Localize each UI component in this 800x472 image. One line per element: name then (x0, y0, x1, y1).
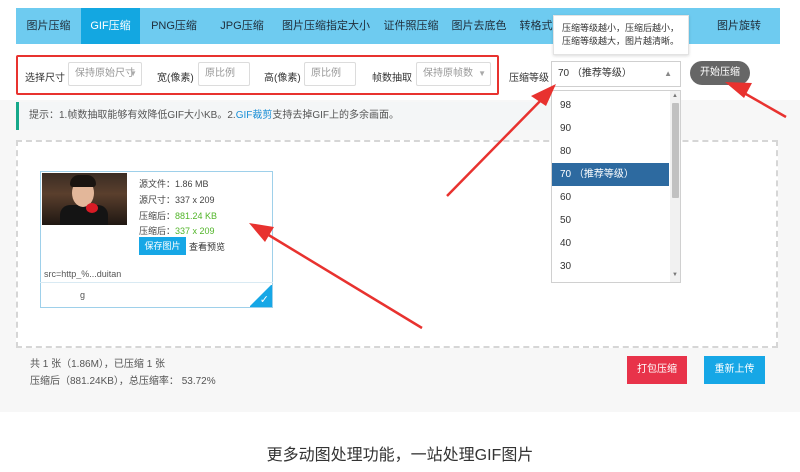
new-size-label: 压缩后： (139, 211, 176, 221)
scroll-up-icon[interactable]: ▲ (672, 93, 678, 99)
reupload-button[interactable]: 重新上传 (704, 356, 765, 384)
level-label: 压缩等级 (509, 73, 549, 84)
level-option[interactable]: 50 (552, 209, 669, 232)
pack-compress-button[interactable]: 打包压缩 (627, 356, 687, 384)
level-option[interactable]: 60 (552, 186, 669, 209)
preview-link[interactable]: 查看预览 (189, 240, 225, 253)
start-compress-button[interactable]: 开始压缩 (690, 61, 750, 85)
tooltip-line: 压缩等级越小，压缩后越小， (562, 23, 680, 33)
scroll-down-icon[interactable]: ▼ (672, 272, 678, 278)
level-option-selected[interactable]: 70 （推荐等级） (552, 163, 669, 186)
card-divider (40, 282, 273, 283)
new-size-value: 881.24 KB (175, 211, 218, 221)
level-select[interactable]: 70 （推荐等级） ▲ (551, 61, 681, 87)
checkmark-icon: ✓ (249, 285, 272, 307)
tooltip-line: 压缩等级越大，图片越清晰。 (562, 36, 680, 46)
new-dim-value: 337 x 209 (175, 226, 215, 236)
level-dropdown: 98 90 80 70 （推荐等级） 60 50 40 30 ▲ ▼ (551, 90, 681, 283)
orig-dim: 源尺寸：337 x 209 (139, 195, 215, 205)
chevron-up-icon: ▲ (664, 69, 672, 78)
tab-png-compress[interactable]: PNG压缩 (140, 8, 208, 44)
new-dim-label: 压缩后： (139, 226, 176, 236)
tab-image-compress[interactable]: 图片压缩 (16, 8, 81, 44)
tab-convert-format[interactable]: 转格式 (516, 8, 556, 44)
tip-bar: 提示：1.帧数抽取能够有效降低GIF大小KB。2.GIF裁剪支持去掉GIF上的多… (16, 102, 551, 130)
level-select-value: 70 （推荐等级） (558, 68, 632, 79)
tab-jpg-compress[interactable]: JPG压缩 (208, 8, 276, 44)
file-name: src=http_%...duitan (44, 269, 122, 279)
tab-compress-to-size[interactable]: 图片压缩指定大小 (276, 8, 376, 44)
orig-size: 源文件：1.86 MB (139, 179, 209, 189)
scrollbar-thumb[interactable] (672, 103, 679, 198)
summary-count: 共 1 张（1.86M），已压缩 1 张 (30, 359, 166, 370)
file-name-tail: g (80, 290, 86, 300)
tab-id-photo-compress[interactable]: 证件照压缩 (376, 8, 446, 44)
new-size: 压缩后：881.24 KB (139, 209, 217, 222)
tab-remove-background[interactable]: 图片去底色 (446, 8, 512, 44)
level-option[interactable]: 80 (552, 140, 669, 163)
new-dim: 压缩后：337 x 209 (139, 224, 215, 237)
footer-title: 更多动图处理功能，一站处理GIF图片 (266, 447, 534, 464)
level-option[interactable]: 40 (552, 232, 669, 255)
gif-thumbnail (42, 173, 127, 225)
tab-gif-compress[interactable]: GIF压缩 (81, 8, 140, 44)
level-option[interactable]: 90 (552, 117, 669, 140)
dropdown-scrollbar[interactable]: ▲ ▼ (670, 91, 680, 282)
save-image-button[interactable]: 保存图片 (139, 237, 186, 255)
tip-text-suffix: 支持去掉GIF上的多余画面。 (272, 110, 400, 121)
level-option[interactable]: 98 (552, 94, 669, 117)
gif-crop-link[interactable]: GIF裁剪 (236, 110, 273, 121)
tab-image-rotate[interactable]: 图片旋转 (706, 8, 772, 44)
tip-text: 提示：1.帧数抽取能够有效降低GIF大小KB。2. (29, 110, 236, 121)
summary-ratio: 压缩后（881.24KB），总压缩率： 53.72% (30, 376, 216, 387)
annotation-box (16, 55, 499, 95)
level-tooltip: 压缩等级越小，压缩后越小， 压缩等级越大，图片越清晰。 (553, 15, 689, 55)
level-option[interactable]: 30 (552, 255, 669, 278)
